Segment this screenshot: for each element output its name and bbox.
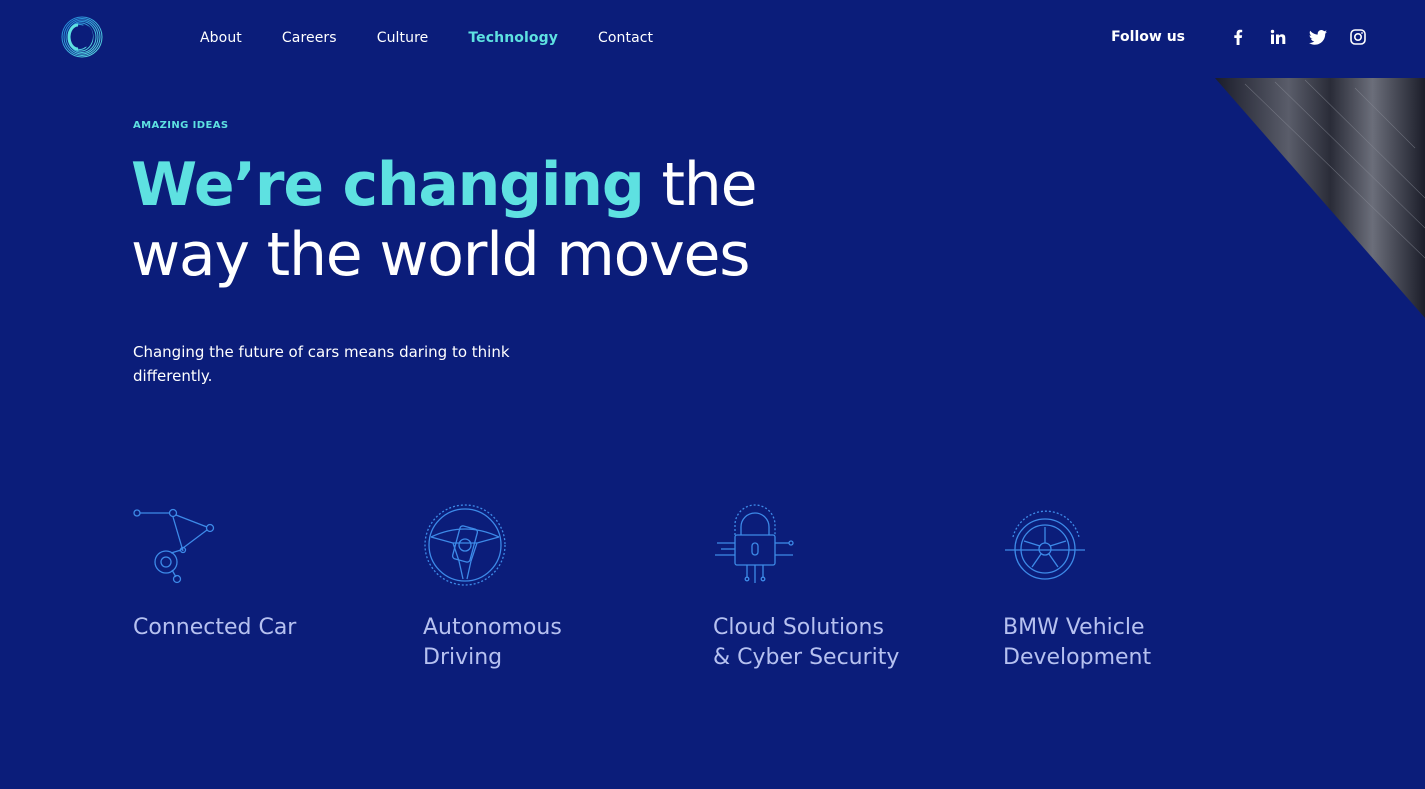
feature-label: BMW Vehicle Development xyxy=(1003,615,1152,670)
facebook-icon[interactable] xyxy=(1229,28,1247,46)
nav-careers[interactable]: Careers xyxy=(282,30,337,46)
connected-network-icon xyxy=(133,508,215,584)
instagram-icon[interactable] xyxy=(1349,28,1367,46)
linkedin-icon[interactable] xyxy=(1269,28,1287,46)
eyebrow-label: AMAZING IDEAS xyxy=(133,120,229,131)
feature-cloud-security[interactable]: Cloud Solutions & Cyber Security xyxy=(713,503,1003,673)
twitter-icon[interactable] xyxy=(1309,28,1327,46)
nav-contact[interactable]: Contact xyxy=(598,30,653,46)
feature-label: Autonomous Driving xyxy=(423,615,562,670)
nav-about[interactable]: About xyxy=(200,30,242,46)
nav-culture[interactable]: Culture xyxy=(377,30,429,46)
car-image-slice xyxy=(1215,78,1425,318)
hero-subtext: Changing the future of cars means daring… xyxy=(133,343,510,385)
wheel-rim-icon xyxy=(1005,510,1085,580)
feature-label: Cloud Solutions & Cyber Security xyxy=(713,615,900,670)
feature-autonomous-driving[interactable]: Autonomous Driving xyxy=(423,503,713,673)
headline-line-2: way the world moves xyxy=(131,220,750,290)
feature-connected-car[interactable]: Connected Car xyxy=(133,503,423,673)
hero-headline: We’re changing the way the world moves xyxy=(131,150,758,290)
follow-us-label: Follow us xyxy=(1111,29,1185,45)
feature-label: Connected Car xyxy=(133,615,297,640)
social-links: Follow us xyxy=(1111,28,1367,46)
headline-accent: We’re changing xyxy=(131,150,645,220)
logo[interactable] xyxy=(58,15,106,59)
feature-list: Connected Car Autonomous Driving Cloud S… xyxy=(133,503,1293,673)
feature-bmw-vehicle-development[interactable]: BMW Vehicle Development xyxy=(1003,503,1293,673)
padlock-circuit-icon xyxy=(715,504,794,583)
swirl-logo-icon xyxy=(61,16,103,58)
headline-rest: the xyxy=(643,150,757,220)
main-nav: About Careers Culture Technology Contact xyxy=(200,30,693,46)
nav-technology[interactable]: Technology xyxy=(468,30,558,46)
steering-wheel-icon xyxy=(424,504,506,586)
